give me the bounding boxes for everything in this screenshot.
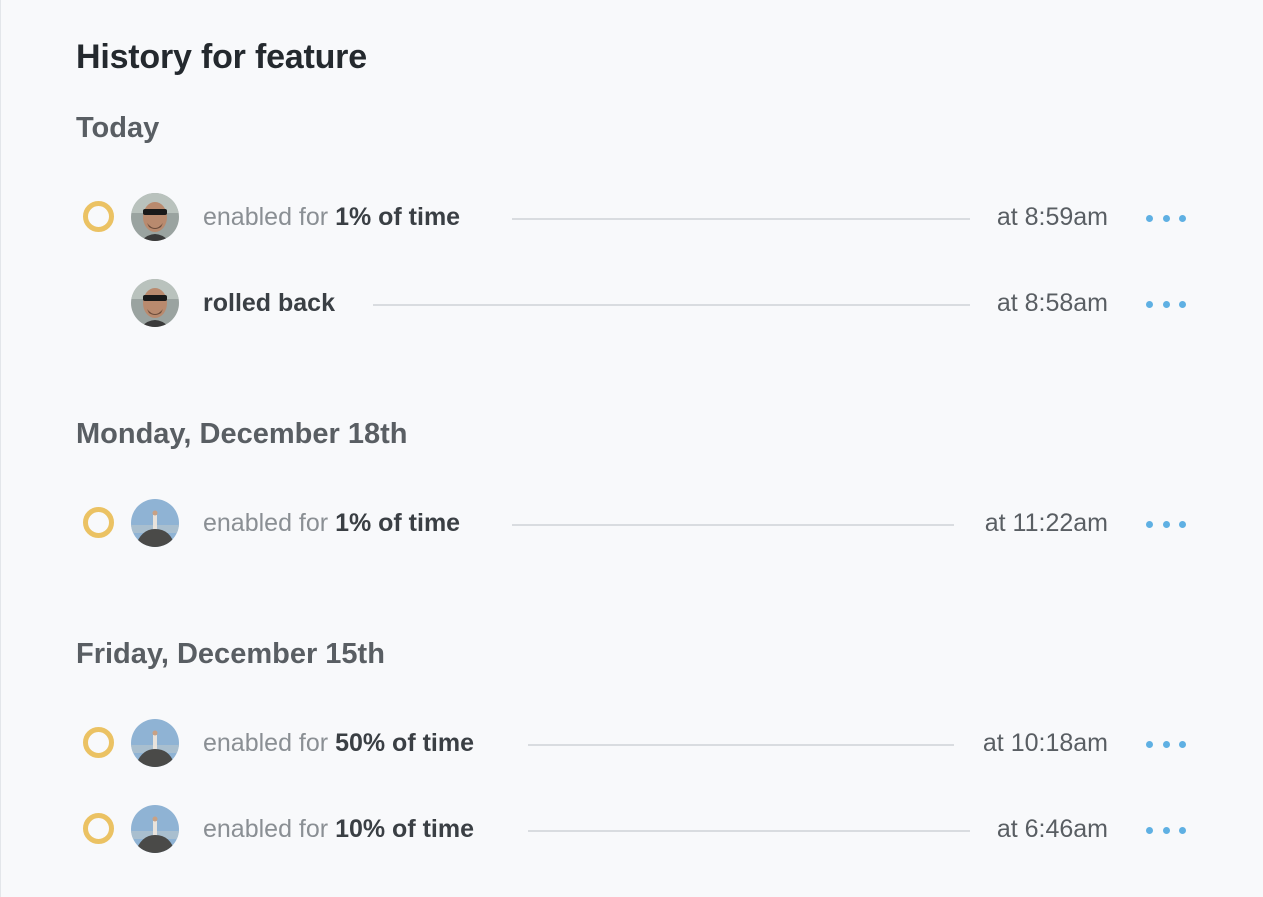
more-dots-icon xyxy=(1146,300,1153,308)
entry-action: 1% of time xyxy=(335,203,461,231)
section-heading-friday: Friday, December 15th xyxy=(76,638,385,670)
entry-time: at 8:59am xyxy=(996,203,1108,231)
more-options-button[interactable] xyxy=(1146,212,1186,224)
history-entry: rolled back at 8:58am xyxy=(76,279,1186,329)
entry-action: 50% of time xyxy=(335,729,474,757)
entry-prefix: enabled for xyxy=(203,729,329,757)
entry-description: enabled for 1% of time xyxy=(203,509,460,537)
avatar[interactable] xyxy=(131,499,179,547)
history-entry: enabled for 1% of time at 8:59am xyxy=(76,193,1186,243)
entry-action: 1% of time xyxy=(335,509,461,537)
avatar[interactable] xyxy=(131,805,179,853)
ring-marker-icon xyxy=(83,727,114,758)
entry-description: enabled for 1% of time xyxy=(203,203,460,231)
timeline-divider xyxy=(373,304,970,306)
more-dots-icon xyxy=(1146,214,1153,222)
entry-time: at 8:58am xyxy=(996,289,1108,317)
entry-description: enabled for 10% of time xyxy=(203,815,474,843)
section-heading-monday: Monday, December 18th xyxy=(76,418,408,450)
page-title: History for feature xyxy=(76,38,367,76)
avatar[interactable] xyxy=(131,193,179,241)
entry-prefix: enabled for xyxy=(203,815,329,843)
timeline-divider xyxy=(528,830,970,832)
ring-marker-icon xyxy=(83,201,114,232)
history-entry: enabled for 1% of time at 11:22am xyxy=(76,499,1186,549)
more-options-button[interactable] xyxy=(1146,518,1186,530)
entry-description: rolled back xyxy=(203,289,335,317)
entry-action: rolled back xyxy=(203,289,335,317)
avatar[interactable] xyxy=(131,719,179,767)
ring-marker-icon xyxy=(83,507,114,538)
entry-prefix: enabled for xyxy=(203,203,329,231)
timeline-divider xyxy=(528,744,954,746)
timeline-divider xyxy=(512,218,970,220)
avatar[interactable] xyxy=(131,279,179,327)
section-heading-today: Today xyxy=(76,112,160,144)
panel-border xyxy=(0,0,1,897)
more-options-button[interactable] xyxy=(1146,298,1186,310)
entry-prefix: enabled for xyxy=(203,509,329,537)
history-entry: enabled for 10% of time at 6:46am xyxy=(76,805,1186,855)
history-entry: enabled for 50% of time at 10:18am xyxy=(76,719,1186,769)
timeline-divider xyxy=(512,524,954,526)
entry-time: at 6:46am xyxy=(996,815,1108,843)
more-dots-icon xyxy=(1146,826,1153,834)
more-options-button[interactable] xyxy=(1146,738,1186,750)
more-dots-icon xyxy=(1146,520,1153,528)
entry-action: 10% of time xyxy=(335,815,474,843)
entry-time: at 11:22am xyxy=(984,509,1108,537)
entry-time: at 10:18am xyxy=(982,729,1108,757)
entry-description: enabled for 50% of time xyxy=(203,729,474,757)
more-dots-icon xyxy=(1146,740,1153,748)
more-options-button[interactable] xyxy=(1146,824,1186,836)
ring-marker-icon xyxy=(83,813,114,844)
